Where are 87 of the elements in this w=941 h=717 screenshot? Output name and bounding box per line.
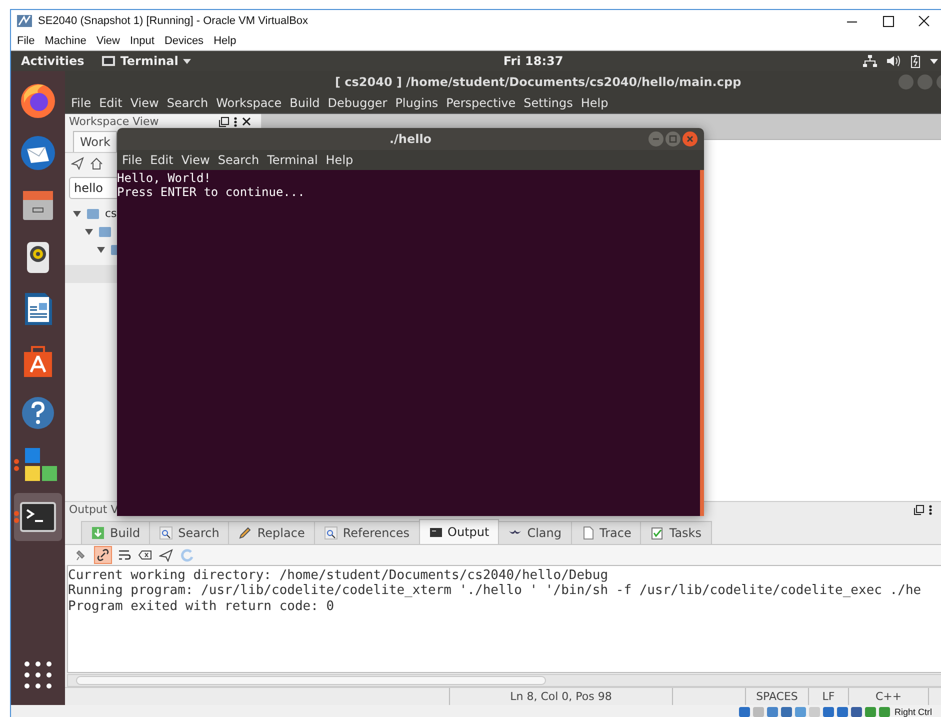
clipboard-icon <box>650 526 664 540</box>
app-grid-icon <box>24 661 52 689</box>
output-tab[interactable]: Output <box>418 518 500 544</box>
toolbar-button[interactable] <box>94 546 112 564</box>
terminal-icon <box>102 56 116 66</box>
more-icon[interactable] <box>234 116 237 127</box>
menu-item[interactable]: View <box>181 153 210 167</box>
output-line: Current working directory: /home/student/Documents/cs2040/hello/Debug <box>68 568 610 584</box>
expander-icon[interactable] <box>85 228 93 236</box>
menu-item[interactable]: Edit <box>99 96 122 110</box>
menu-item[interactable]: Help <box>326 153 354 167</box>
dock-button[interactable] <box>14 493 62 541</box>
close-icon <box>917 16 931 26</box>
menu-item[interactable]: Help <box>580 96 608 110</box>
menu-item[interactable]: Perspective <box>446 96 516 110</box>
folder-icon <box>87 208 99 220</box>
magnifier-icon <box>324 526 338 540</box>
link-icon <box>96 548 110 562</box>
header-strip <box>65 264 117 283</box>
menu-item[interactable]: Plugins <box>395 96 438 110</box>
menu-item[interactable]: Devices <box>164 35 204 47</box>
menu-item[interactable]: Settings <box>524 96 573 110</box>
magnifier-icon <box>159 526 174 540</box>
pencil-icon <box>238 526 252 540</box>
caret-icon[interactable] <box>930 58 938 64</box>
send-icon <box>159 548 173 562</box>
folder-icon <box>99 226 111 238</box>
detach-icon[interactable] <box>219 116 229 127</box>
output-tab[interactable]: Build <box>81 520 150 544</box>
expander-icon[interactable] <box>73 210 81 218</box>
menu-item[interactable]: Edit <box>150 153 174 167</box>
clear-icon <box>138 548 152 562</box>
output-tab[interactable]: Clang <box>498 520 572 544</box>
output-tab[interactable]: Replace <box>228 520 315 544</box>
output-line: Running program: /usr/lib/codelite/codelite_xterm './hello ' '/bin/sh -f /usr/lib/codelite/codelite_exec ./he <box>68 583 922 599</box>
maximize-icon <box>881 16 895 26</box>
output-tab[interactable]: References <box>314 520 420 544</box>
output-tab[interactable]: Trace <box>570 520 642 544</box>
clock[interactable]: Fri 18:37 <box>503 54 863 68</box>
menu-item[interactable]: File <box>71 96 92 110</box>
filter-field[interactable]: hello <box>69 176 119 199</box>
menu-item[interactable]: Help <box>214 35 236 47</box>
menu-item[interactable]: View <box>96 35 120 47</box>
home-icon[interactable] <box>90 157 103 170</box>
window-title: SE2040 (Snapshot 1) [Running] - Oracle VM VirtualBox <box>38 15 310 27</box>
menu-item[interactable]: Workspace <box>216 96 282 110</box>
menu-item[interactable]: Debugger <box>328 96 388 110</box>
output-tab[interactable]: Search <box>149 520 230 544</box>
menu-item[interactable]: Search <box>218 153 260 167</box>
menu-item[interactable]: Machine <box>44 35 86 47</box>
menu-item[interactable]: File <box>17 35 35 47</box>
caret-icon <box>183 58 192 64</box>
close-icon[interactable] <box>242 117 251 126</box>
workspace-tab[interactable]: Work <box>73 130 118 152</box>
host-key-label: Right Ctrl <box>894 706 932 716</box>
detach-icon[interactable] <box>914 504 924 515</box>
network-icon[interactable] <box>863 55 877 67</box>
output-line: Program exited with return code: 0 <box>68 598 336 614</box>
activities-button[interactable]: Activities <box>21 54 84 68</box>
menu-item[interactable]: Terminal <box>267 153 318 167</box>
output-tab[interactable]: Tasks <box>640 520 712 544</box>
menu-item[interactable]: Input <box>130 35 154 47</box>
volume-icon[interactable] <box>887 55 901 67</box>
terminal-line: Hello, World! <box>117 171 212 185</box>
menu-item[interactable]: View <box>130 96 159 110</box>
mail-icon <box>18 133 58 173</box>
expander-icon[interactable] <box>97 246 105 254</box>
scrollbar[interactable] <box>700 170 704 516</box>
page-icon <box>580 526 594 540</box>
menu-item[interactable]: Search <box>166 96 208 110</box>
tree-item[interactable]: cs <box>105 207 117 220</box>
download-icon <box>91 526 105 540</box>
app-logo-icon <box>17 14 32 28</box>
wrap-icon <box>117 548 131 562</box>
browser-icon <box>18 81 58 121</box>
menu-item[interactable]: Build <box>290 96 320 110</box>
menu-item[interactable]: File <box>122 153 142 167</box>
window-title: ./hello <box>389 132 432 146</box>
more-icon[interactable] <box>929 504 932 515</box>
window-title: [ cs2040 ] /home/student/Documents/cs2040/hello/main.cpp <box>335 74 742 89</box>
scrollbar-thumb[interactable] <box>76 676 546 685</box>
send-icon[interactable] <box>71 157 84 170</box>
app-menu[interactable]: Terminal <box>102 54 192 68</box>
terminal-line: Press ENTER to continue... <box>117 185 306 199</box>
panel-title: Workspace View <box>69 115 160 128</box>
battery-icon[interactable] <box>911 54 920 68</box>
refresh-icon <box>180 548 194 562</box>
